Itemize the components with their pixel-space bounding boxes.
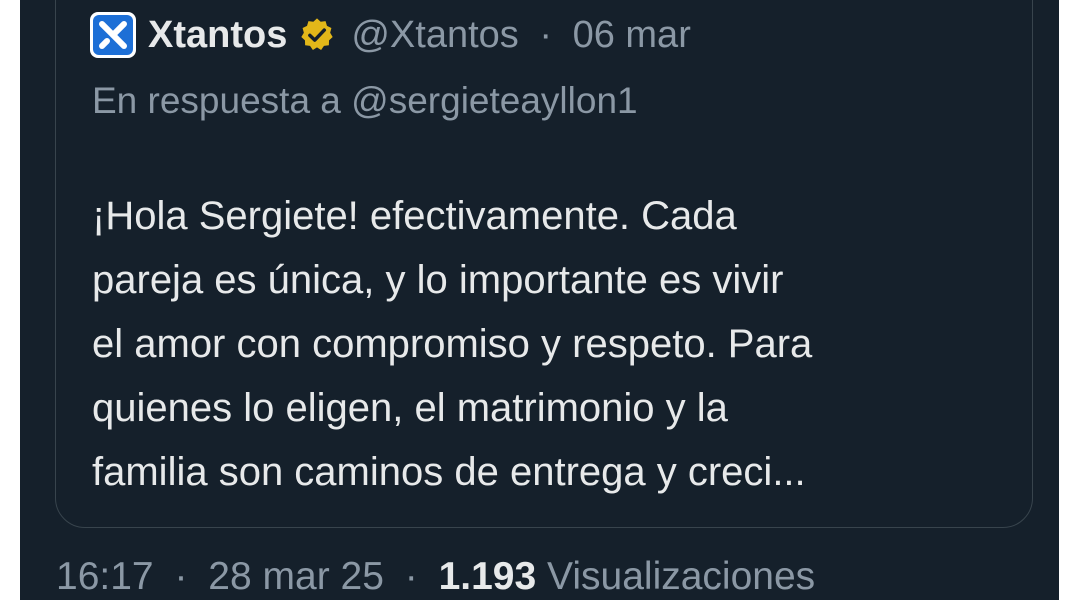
author-handle[interactable]: @Xtantos — [351, 14, 518, 56]
reply-to-line[interactable]: En respuesta a @sergieteayllon1 — [92, 80, 638, 122]
verified-badge-icon — [297, 15, 337, 55]
author-display-name[interactable]: Xtantos — [148, 14, 287, 57]
tweet-text-line: familia son caminos de entrega y creci..… — [92, 450, 806, 494]
tweet-text-line: pareja es única, y lo importante es vivi… — [92, 258, 784, 302]
tweet-date[interactable]: 28 mar 25 — [208, 555, 384, 598]
footer-separator: · — [404, 555, 418, 598]
xtantos-logo-icon[interactable] — [90, 12, 136, 58]
quoted-tweet-text: ¡Hola Sergiete! efectivamente. Cada pare… — [92, 184, 1012, 504]
tweet-time[interactable]: 16:17 — [56, 555, 154, 598]
tweet-footer-meta: 16:17 · 28 mar 25 · 1.193 Visualizacione… — [56, 555, 815, 599]
quoted-tweet-header: Xtantos @Xtantos · 06 mar — [90, 10, 691, 60]
views-label: Visualizaciones — [547, 555, 816, 598]
author-meta: @Xtantos · 06 mar — [351, 14, 691, 57]
meta-separator: · — [539, 13, 553, 56]
tweet-text-line: el amor con compromiso y respeto. Para — [92, 322, 813, 366]
footer-separator: · — [174, 555, 188, 598]
quoted-tweet-date[interactable]: 06 mar — [573, 14, 691, 56]
views-count[interactable]: 1.193 — [439, 555, 537, 598]
tweet-text-line: quienes lo eligen, el matrimonio y la — [92, 386, 728, 430]
tweet-screenshot: Xtantos @Xtantos · 06 mar En respuesta a… — [20, 0, 1059, 600]
tweet-text-line: ¡Hola Sergiete! efectivamente. Cada — [92, 194, 737, 238]
